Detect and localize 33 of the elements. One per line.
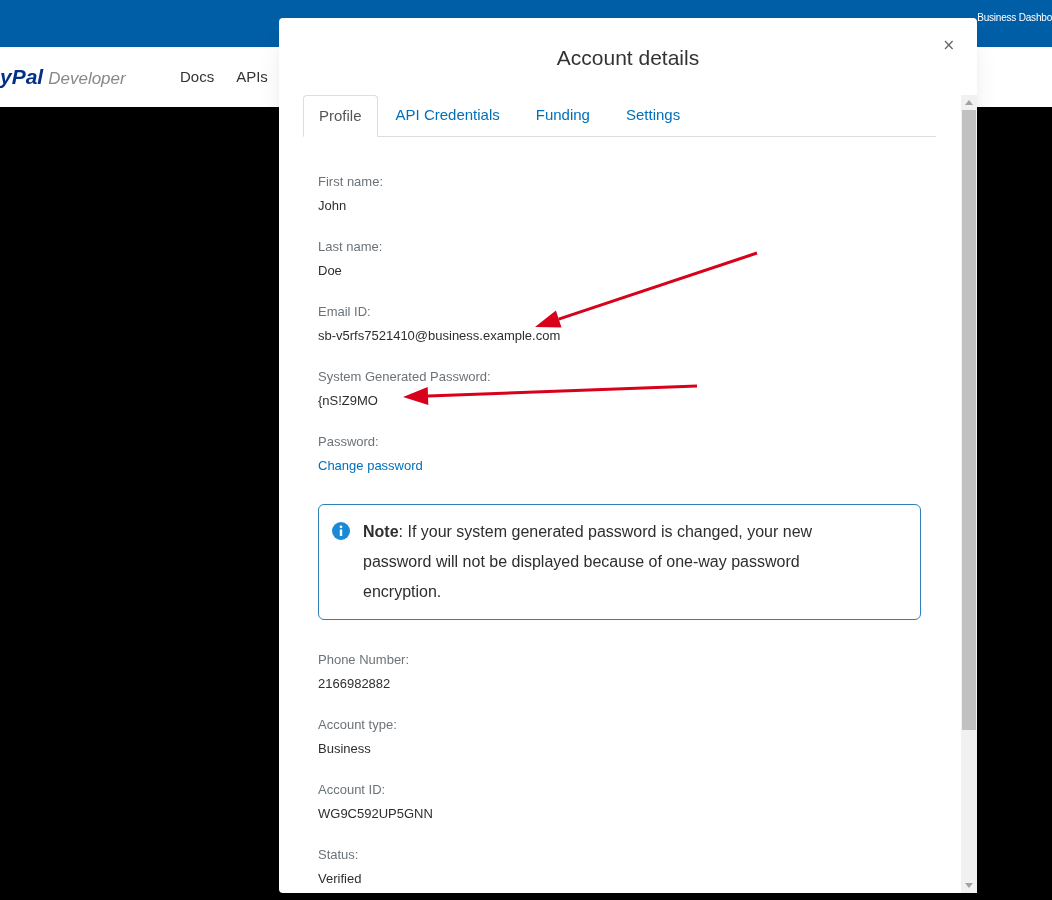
dashboard-link[interactable]: Business Dashbo <box>977 10 1052 25</box>
tab[interactable]: Funding <box>517 95 608 136</box>
tab[interactable]: API Credentials <box>377 95 518 136</box>
field-value: WG9C592UP5GNN <box>318 805 433 823</box>
field-label: Email ID: <box>318 303 372 321</box>
field-value: {nS!Z9MO <box>318 392 378 410</box>
field-label: First name: <box>318 173 384 191</box>
field-label: Password: <box>318 433 380 451</box>
field-label: System Generated Password: <box>318 368 492 386</box>
field-value: Verified <box>318 870 362 888</box>
field-value: Business <box>318 740 371 758</box>
scrollbar[interactable] <box>961 95 977 893</box>
note-text: Note: If your system generated password is changed, your new password will not be displayed because of one-way password encryption. <box>363 522 814 602</box>
logo-brand[interactable]: yPal <box>0 61 44 93</box>
field-label: Account ID: <box>318 781 387 799</box>
nav-link[interactable]: Docs <box>180 65 215 89</box>
field-label: Phone Number: <box>318 651 411 669</box>
change-password-link[interactable]: Change password <box>318 454 423 477</box>
field-value: 2166982882 <box>318 675 391 693</box>
info-icon <box>332 522 350 540</box>
field-value: John <box>318 197 347 215</box>
logo-suffix[interactable]: Developer <box>48 66 126 92</box>
field-label: Status: <box>318 846 360 864</box>
field-label: Last name: <box>318 238 384 256</box>
tab[interactable]: Profile <box>303 95 378 137</box>
field-value: Doe <box>318 262 342 280</box>
nav-link[interactable]: APIs <box>236 65 268 89</box>
tab[interactable]: Settings <box>607 95 699 136</box>
field-value: sb-v5rfs7521410@business.example.com <box>318 327 561 345</box>
close-button[interactable]: × <box>942 38 955 53</box>
scroll-thumb[interactable] <box>962 110 976 730</box>
field-label: Account type: <box>318 716 398 734</box>
modal-title: Account details <box>556 44 700 71</box>
